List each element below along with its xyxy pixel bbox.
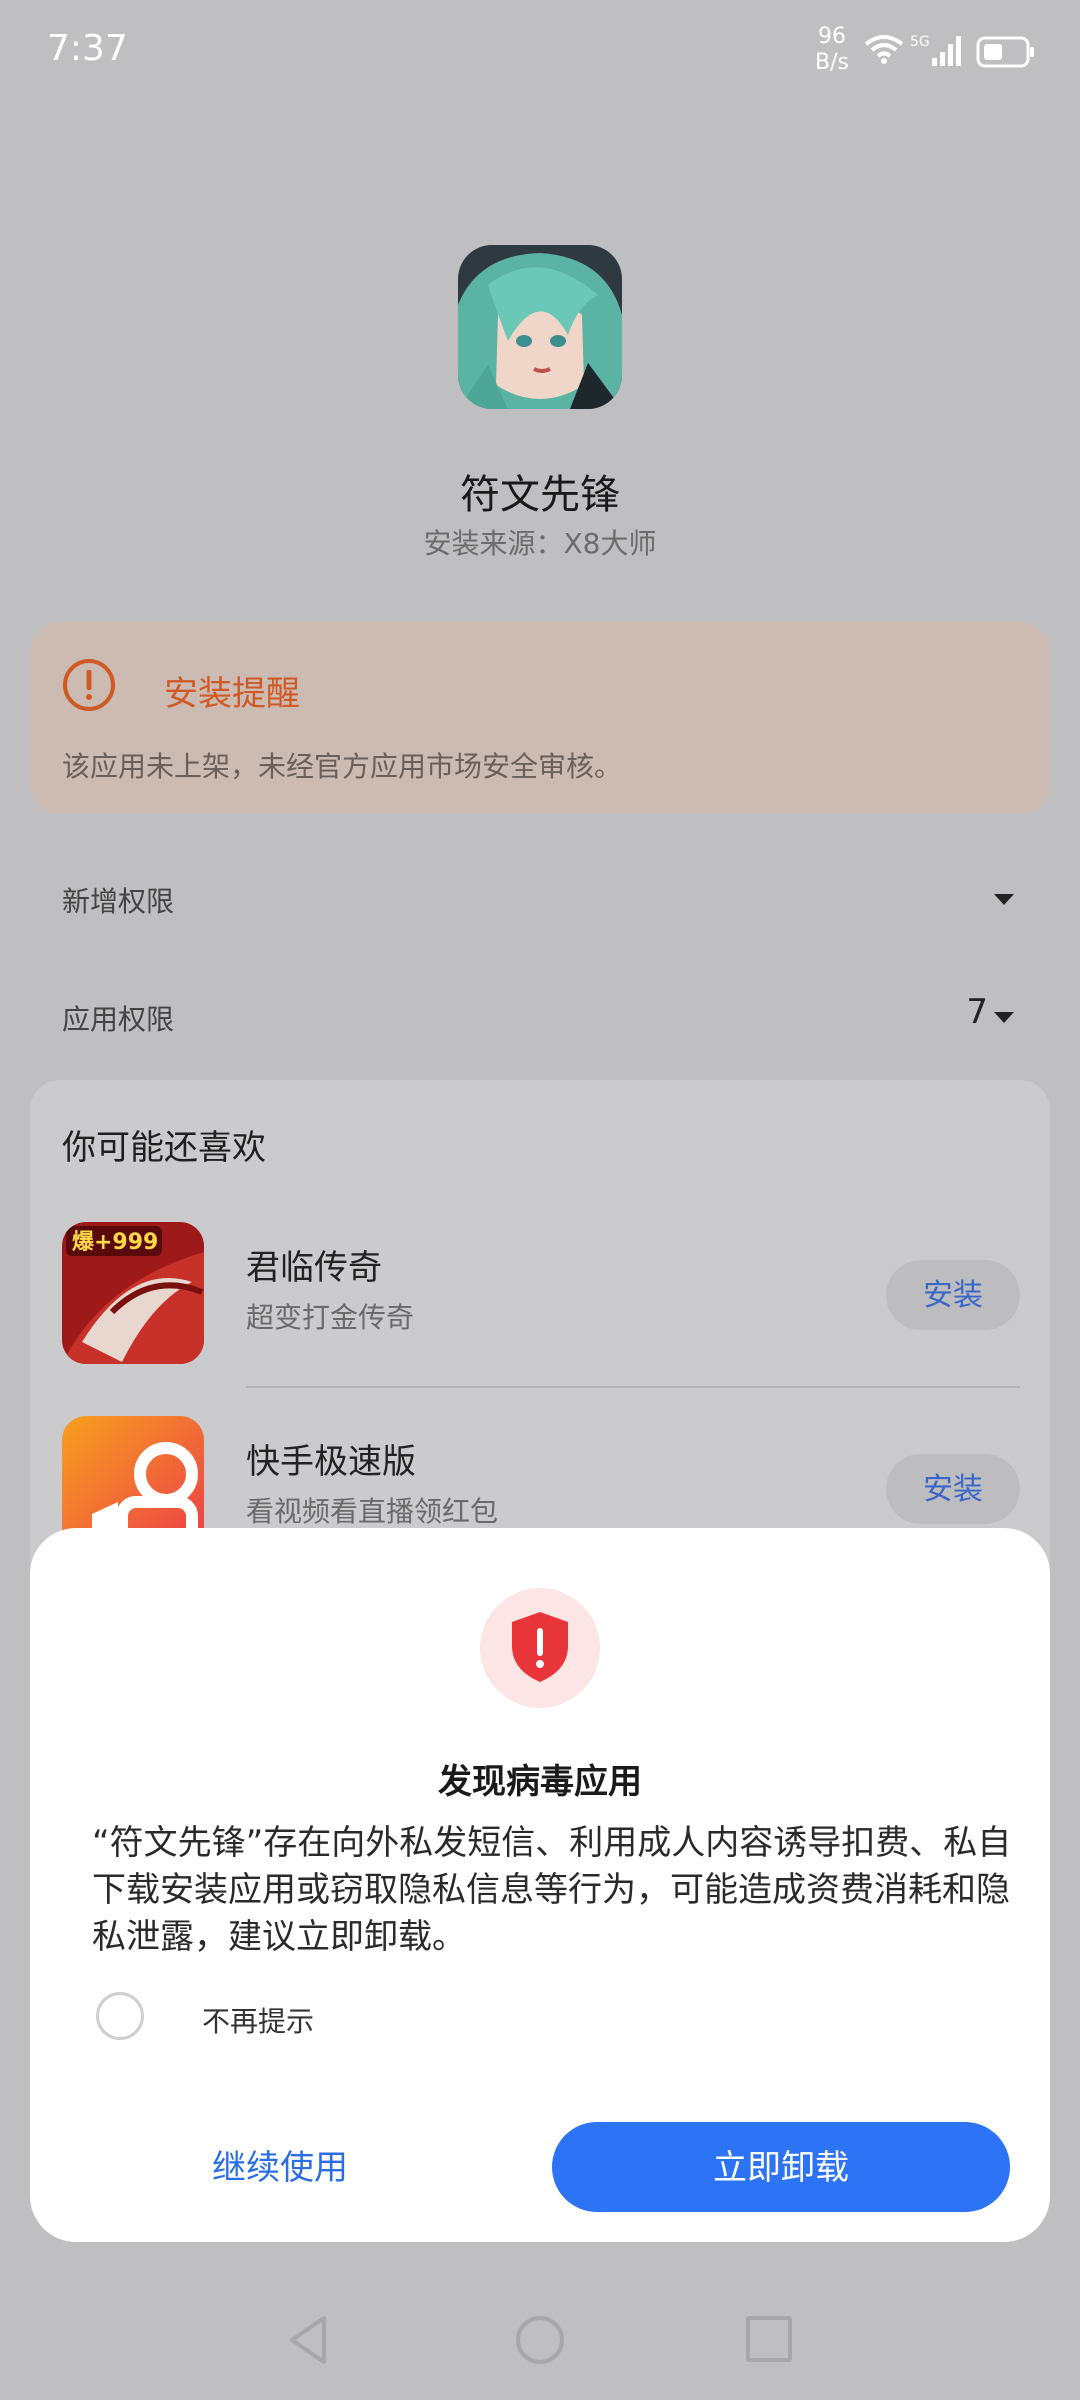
warning-title: 安装提醒 — [164, 674, 300, 714]
battery-icon — [976, 36, 1034, 68]
net-speed: 96 B/s — [812, 24, 852, 76]
app-icon — [458, 245, 622, 409]
recommend-title: 你可能还喜欢 — [62, 1128, 266, 1168]
rec-app-desc: 超变打金传奇 — [246, 1301, 415, 1334]
shield-badge — [480, 1588, 600, 1708]
back-icon[interactable] — [286, 2314, 330, 2366]
exclamation-circle-icon — [63, 659, 115, 711]
app-permissions-row[interactable]: 应用权限 7 — [30, 976, 1050, 1056]
status-bar: 7:37 96 B/s 5G — [0, 0, 1080, 100]
app-permissions-label: 应用权限 — [62, 1003, 175, 1036]
virus-alert-dialog: 发现病毒应用 “符文先锋”存在向外私发短信、利用成人内容诱导扣费、私自下载安装应… — [30, 1528, 1050, 2242]
new-permissions-row[interactable]: 新增权限 — [30, 858, 1050, 938]
net-speed-unit: B/s — [815, 50, 849, 75]
uninstall-now-button[interactable]: 立即卸载 — [552, 2122, 1010, 2212]
network-type: 5G — [910, 34, 930, 50]
chevron-down-icon — [994, 894, 1014, 905]
dialog-message: “符文先锋”存在向外私发短信、利用成人内容诱导扣费、私自下载安装应用或窃取隐私信… — [92, 1823, 1012, 1957]
dialog-title: 发现病毒应用 — [438, 1762, 642, 1802]
recents-icon[interactable] — [746, 2316, 792, 2362]
chevron-down-icon — [994, 1012, 1014, 1023]
net-speed-value: 96 — [818, 24, 846, 49]
dont-remind-checkbox[interactable] — [96, 1992, 144, 2040]
wifi-icon — [864, 35, 904, 64]
dont-remind-label: 不再提示 — [202, 2005, 315, 2038]
app-name: 符文先锋 — [460, 472, 620, 518]
rec-app-desc: 看视频看直播领红包 — [246, 1495, 499, 1528]
warning-text: 该应用未上架，未经官方应用市场安全审核。 — [62, 750, 623, 783]
signal-icon: 5G — [910, 34, 961, 66]
new-permissions-label: 新增权限 — [62, 885, 175, 918]
icon-badge-text: 爆+999 — [72, 1230, 158, 1255]
divider — [246, 1386, 1020, 1388]
list-item[interactable]: 爆+999 君临传奇 超变打金传奇 安装 — [30, 1222, 1050, 1388]
app-permissions-count: 7 — [966, 992, 988, 1032]
status-time: 7:37 — [47, 28, 128, 69]
continue-using-button[interactable]: 继续使用 — [100, 2122, 460, 2212]
home-icon[interactable] — [516, 2316, 564, 2364]
game-app-icon: 爆+999 — [62, 1222, 204, 1364]
install-button[interactable]: 安装 — [886, 1454, 1020, 1524]
rec-app-name: 君临传奇 — [246, 1248, 382, 1288]
install-button[interactable]: 安装 — [886, 1260, 1020, 1330]
shield-alert-icon — [512, 1612, 568, 1682]
install-source: 安装来源：X8大师 — [423, 527, 657, 560]
install-warning-card: 安装提醒 该应用未上架，未经官方应用市场安全审核。 — [30, 622, 1050, 814]
rec-app-name: 快手极速版 — [246, 1442, 416, 1482]
